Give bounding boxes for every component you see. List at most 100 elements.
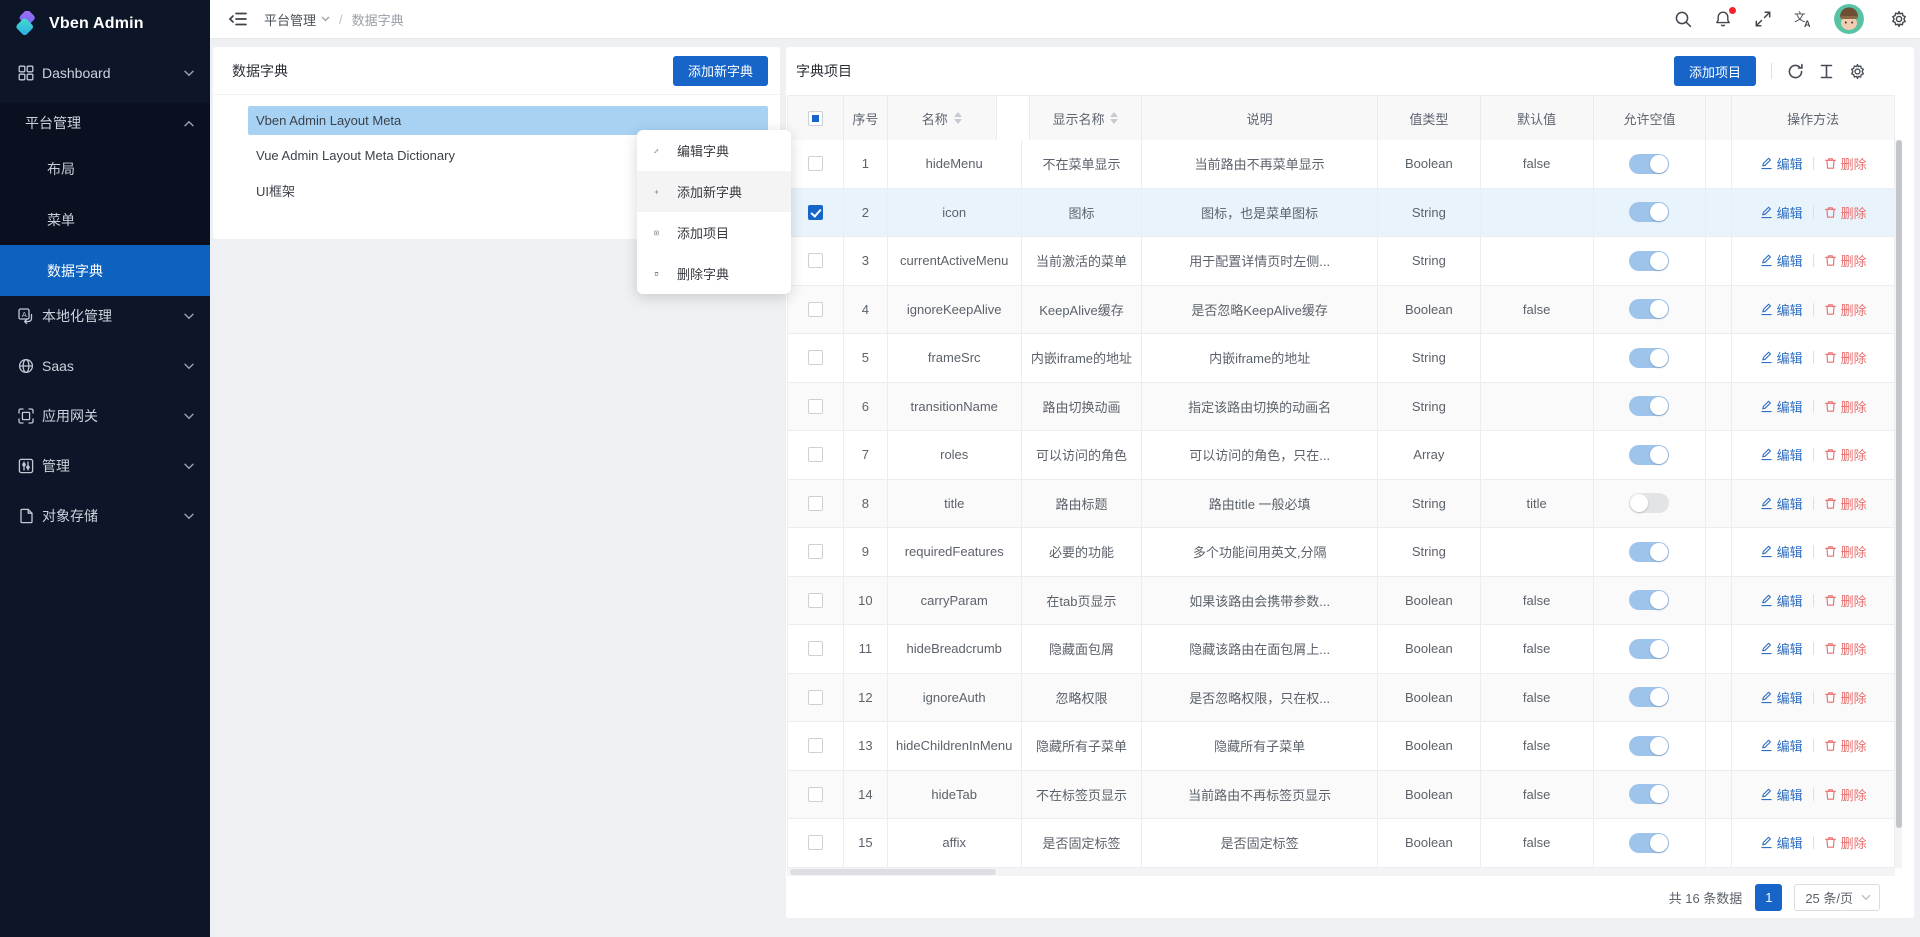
nullable-toggle[interactable] bbox=[1629, 687, 1669, 707]
edit-row-button[interactable]: 编辑 bbox=[1760, 688, 1803, 707]
pagination-page-1[interactable]: 1 bbox=[1755, 884, 1782, 911]
delete-row-button[interactable]: 删除 bbox=[1824, 203, 1867, 222]
vertical-scrollbar[interactable] bbox=[1895, 140, 1902, 868]
delete-row-button[interactable]: 删除 bbox=[1824, 348, 1867, 367]
select-all-checkbox[interactable] bbox=[808, 111, 823, 126]
edit-row-button[interactable]: 编辑 bbox=[1760, 591, 1803, 610]
sidebar-item-menu-4[interactable]: 应用网关 bbox=[0, 396, 210, 436]
row-checkbox[interactable] bbox=[808, 302, 823, 317]
nullable-toggle[interactable] bbox=[1629, 202, 1669, 222]
nullable-toggle[interactable] bbox=[1629, 299, 1669, 319]
sidebar-item-menu-2[interactable]: A本地化管理 bbox=[0, 296, 210, 336]
sidebar-item-saas[interactable]: Saas bbox=[0, 346, 210, 386]
sidebar-item-menu-1[interactable]: 平台管理 bbox=[0, 103, 210, 143]
delete-row-button[interactable]: 删除 bbox=[1824, 736, 1867, 755]
edit-row-button[interactable]: 编辑 bbox=[1760, 348, 1803, 367]
add-dictionary-button[interactable]: 添加新字典 bbox=[673, 56, 768, 86]
delete-row-button[interactable]: 删除 bbox=[1824, 397, 1867, 416]
nullable-toggle[interactable] bbox=[1629, 251, 1669, 271]
nullable-toggle[interactable] bbox=[1629, 784, 1669, 804]
row-height-icon[interactable] bbox=[1818, 63, 1835, 80]
action-separator bbox=[1813, 594, 1814, 607]
delete-row-button[interactable]: 删除 bbox=[1824, 542, 1867, 561]
edit-row-button[interactable]: 编辑 bbox=[1760, 251, 1803, 270]
app-logo[interactable]: Vben Admin bbox=[0, 0, 210, 48]
delete-row-button[interactable]: 删除 bbox=[1824, 639, 1867, 658]
row-checkbox[interactable] bbox=[808, 787, 823, 802]
edit-row-button[interactable]: 编辑 bbox=[1760, 494, 1803, 513]
delete-row-button[interactable]: 删除 bbox=[1824, 445, 1867, 464]
avatar[interactable] bbox=[1834, 4, 1864, 34]
add-item-button[interactable]: 添加项目 bbox=[1674, 56, 1756, 86]
delete-row-button[interactable]: 删除 bbox=[1824, 785, 1867, 804]
sidebar-item-dashboard[interactable]: Dashboard bbox=[0, 53, 210, 93]
column-header-display[interactable]: 显示名称 bbox=[1030, 96, 1143, 140]
row-checkbox[interactable] bbox=[808, 593, 823, 608]
vertical-scrollbar-thumb[interactable] bbox=[1896, 140, 1902, 828]
row-checkbox[interactable] bbox=[808, 350, 823, 365]
edit-row-button[interactable]: 编辑 bbox=[1760, 203, 1803, 222]
edit-row-button[interactable]: 编辑 bbox=[1760, 785, 1803, 804]
refresh-icon[interactable] bbox=[1787, 63, 1804, 80]
sidebar-subitem[interactable]: 数据字典 bbox=[0, 245, 210, 296]
translate-icon[interactable]: 文 A bbox=[1794, 10, 1812, 28]
context-menu-item[interactable]: 删除字典 bbox=[637, 253, 791, 294]
edit-row-button[interactable]: 编辑 bbox=[1760, 639, 1803, 658]
row-checkbox[interactable] bbox=[808, 496, 823, 511]
row-checkbox[interactable] bbox=[808, 253, 823, 268]
context-menu-item[interactable]: 添加项目 bbox=[637, 212, 791, 253]
sort-icon[interactable] bbox=[954, 112, 962, 124]
row-checkbox[interactable] bbox=[808, 738, 823, 753]
nullable-toggle[interactable] bbox=[1629, 445, 1669, 465]
delete-row-button[interactable]: 删除 bbox=[1824, 300, 1867, 319]
bell-icon[interactable] bbox=[1714, 10, 1732, 28]
table-settings-gear-icon[interactable] bbox=[1849, 63, 1866, 80]
row-checkbox[interactable] bbox=[808, 205, 823, 220]
nullable-toggle[interactable] bbox=[1629, 154, 1669, 174]
nullable-toggle[interactable] bbox=[1629, 542, 1669, 562]
edit-row-button[interactable]: 编辑 bbox=[1760, 833, 1803, 852]
page-size-select[interactable]: 25 条/页 bbox=[1794, 884, 1880, 911]
row-checkbox[interactable] bbox=[808, 690, 823, 705]
nullable-toggle[interactable] bbox=[1629, 493, 1669, 513]
edit-row-button[interactable]: 编辑 bbox=[1760, 736, 1803, 755]
settings-gear-icon[interactable] bbox=[1890, 10, 1908, 28]
context-menu-item[interactable]: 添加新字典 bbox=[637, 171, 791, 212]
row-checkbox[interactable] bbox=[808, 641, 823, 656]
nullable-toggle[interactable] bbox=[1629, 639, 1669, 659]
row-checkbox[interactable] bbox=[808, 399, 823, 414]
nullable-toggle[interactable] bbox=[1629, 736, 1669, 756]
breadcrumb-item-platform[interactable]: 平台管理 bbox=[264, 10, 330, 29]
horizontal-scrollbar-thumb[interactable] bbox=[790, 869, 996, 875]
delete-row-button[interactable]: 删除 bbox=[1824, 251, 1867, 270]
nullable-toggle[interactable] bbox=[1629, 833, 1669, 853]
delete-row-button[interactable]: 删除 bbox=[1824, 688, 1867, 707]
sidebar-item-menu-5[interactable]: 管理 bbox=[0, 446, 210, 486]
nullable-toggle[interactable] bbox=[1629, 590, 1669, 610]
row-checkbox[interactable] bbox=[808, 544, 823, 559]
edit-row-button[interactable]: 编辑 bbox=[1760, 154, 1803, 173]
edit-row-button[interactable]: 编辑 bbox=[1760, 397, 1803, 416]
menu-fold-icon[interactable] bbox=[228, 9, 248, 29]
sort-icon[interactable] bbox=[1110, 112, 1118, 124]
fullscreen-icon[interactable] bbox=[1754, 10, 1772, 28]
search-icon[interactable] bbox=[1674, 10, 1692, 28]
column-header-name[interactable]: 名称 bbox=[888, 96, 997, 140]
sidebar-subitem[interactable]: 菜单 bbox=[0, 194, 210, 245]
delete-row-button[interactable]: 删除 bbox=[1824, 494, 1867, 513]
nullable-toggle[interactable] bbox=[1629, 396, 1669, 416]
sidebar-item-menu-6[interactable]: 对象存储 bbox=[0, 496, 210, 536]
delete-row-button[interactable]: 删除 bbox=[1824, 154, 1867, 173]
row-checkbox[interactable] bbox=[808, 835, 823, 850]
row-checkbox[interactable] bbox=[808, 447, 823, 462]
sidebar-subitem[interactable]: 布局 bbox=[0, 143, 210, 194]
edit-row-button[interactable]: 编辑 bbox=[1760, 542, 1803, 561]
edit-row-button[interactable]: 编辑 bbox=[1760, 300, 1803, 319]
row-checkbox[interactable] bbox=[808, 156, 823, 171]
nullable-toggle[interactable] bbox=[1629, 348, 1669, 368]
delete-row-button[interactable]: 删除 bbox=[1824, 833, 1867, 852]
edit-row-button[interactable]: 编辑 bbox=[1760, 445, 1803, 464]
horizontal-scrollbar[interactable] bbox=[787, 868, 1895, 876]
context-menu-item[interactable]: 编辑字典 bbox=[637, 130, 791, 171]
delete-row-button[interactable]: 删除 bbox=[1824, 591, 1867, 610]
